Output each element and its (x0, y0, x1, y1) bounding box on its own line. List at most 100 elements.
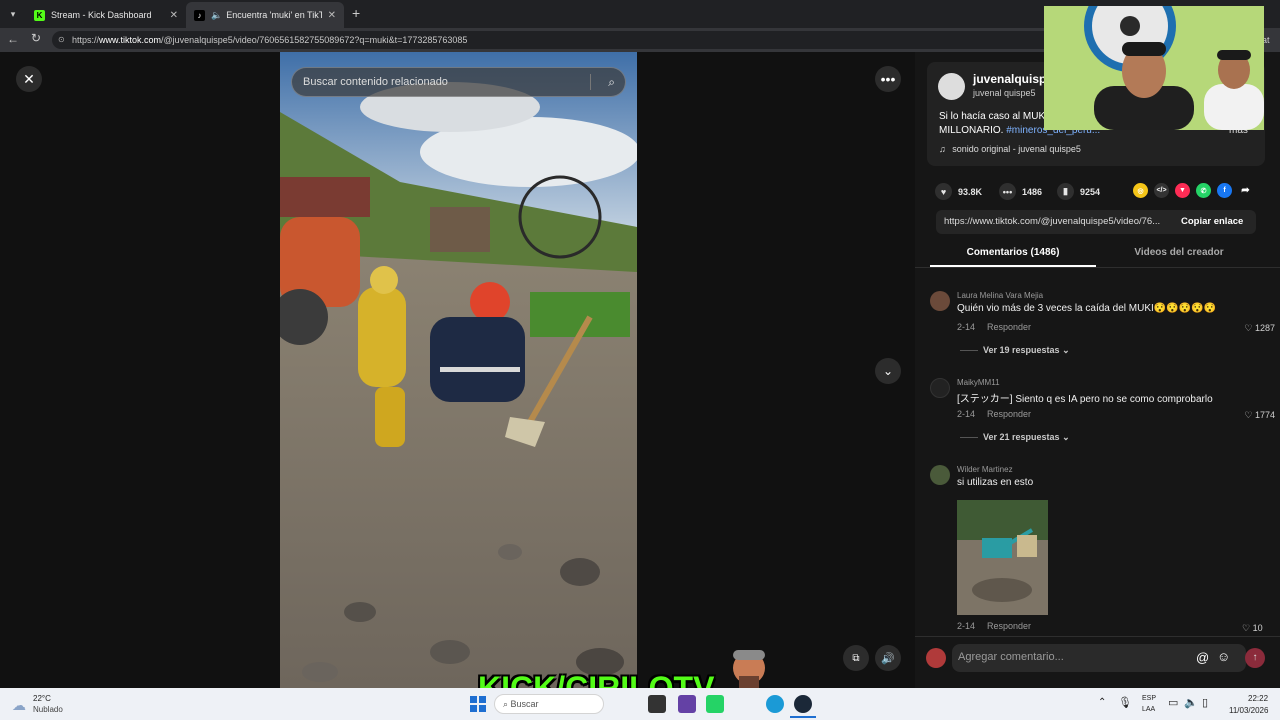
close-icon[interactable]: ✕ (16, 66, 42, 92)
my-avatar[interactable] (926, 648, 946, 668)
windows-logo (470, 696, 486, 712)
creator-avatar[interactable] (938, 73, 965, 100)
microphone-icon[interactable]: 🎙 (1118, 696, 1132, 709)
kick-icon: K (34, 9, 45, 21)
close-tab-icon[interactable]: ✕ (170, 10, 178, 21)
terminal-icon[interactable] (648, 695, 666, 713)
comment-item: MaikyMM11 [ステッカー] Siento q es IA pero no… (930, 378, 1275, 448)
active-app-indicator (790, 716, 816, 718)
share-icon[interactable]: ➦ (1238, 183, 1253, 198)
tiktok-icon: ♪ (194, 9, 205, 21)
mention-icon[interactable]: @ (1196, 650, 1209, 665)
search-divider (590, 74, 591, 90)
avatar[interactable] (930, 465, 950, 485)
comment-item: Laura Melina Vara Mejia Quién vio más de… (930, 291, 1275, 361)
battery-icon[interactable]: ▯ (1202, 696, 1208, 709)
tiktok-page: Buscar contenido relacionado ⌕ ✕ ••• ⌄ ⧉… (0, 6, 1280, 706)
language-top[interactable]: ESP (1142, 695, 1156, 702)
creator-handle[interactable]: juvenalquispe (973, 72, 1053, 86)
caption-line1: Si lo hacía caso al MUKI (939, 111, 1048, 122)
more-icon[interactable]: ••• (875, 66, 901, 92)
creator-name: juvenal quispe5 (973, 88, 1036, 98)
bookmark-icon: ▮ (1057, 183, 1074, 200)
coin-icon[interactable]: ◎ (1133, 183, 1148, 198)
view-replies-button[interactable]: Ver 21 respuestas ⌄ (960, 432, 1070, 443)
site-info-icon[interactable]: ⊙ (58, 31, 65, 49)
music-note-icon: ♫ (939, 144, 946, 154)
view-replies-button[interactable]: Ver 19 respuestas ⌄ (960, 345, 1070, 356)
reply-button[interactable]: Responder (987, 409, 1031, 419)
speaker-icon[interactable]: 🔈 (211, 10, 222, 21)
tab-divider (915, 267, 1280, 268)
comment-user[interactable]: MaikyMM11 (957, 378, 1000, 387)
search-icon: ⌕ (503, 699, 511, 709)
comment-meta: 2-14 Responder (957, 322, 1032, 332)
comment-user[interactable]: Laura Melina Vara Mejia (957, 291, 1043, 300)
tab-search-button[interactable]: ▾ (6, 7, 20, 21)
facebook-icon[interactable]: f (1217, 183, 1232, 198)
post-comment-button[interactable]: ↑ (1245, 648, 1265, 668)
weather-icon[interactable]: ☁ (12, 697, 26, 714)
webcam-frame (1044, 6, 1264, 130)
clock-date: 11/03/2026 (1229, 706, 1269, 715)
video-frame (280, 52, 637, 688)
send-icon[interactable]: ▼ (1175, 183, 1190, 198)
weather-desc: Nublado (33, 705, 63, 714)
related-search-input[interactable]: Buscar contenido relacionado ⌕ (291, 67, 626, 97)
comment-user[interactable]: Wilder Martinez (957, 465, 1013, 474)
close-tab-icon[interactable]: ✕ (328, 10, 336, 21)
save-button[interactable]: ▮ 9254 (1057, 183, 1100, 200)
new-tab-button[interactable]: + (352, 5, 360, 21)
comment-input[interactable]: Agregar comentario... @ ☺ (952, 644, 1246, 672)
search-icon[interactable]: ⌕ (608, 68, 615, 96)
comment-item: Wilder Martinez si utilizas en esto 2-14… (930, 465, 1275, 635)
avatar[interactable] (930, 378, 950, 398)
weather-temp[interactable]: 22°C (33, 694, 51, 703)
comment-text: Quién vio más de 3 veces la caída del MU… (957, 303, 1217, 314)
edge-icon[interactable] (766, 695, 784, 713)
language-bottom: LAA (1142, 706, 1156, 713)
video-area: Buscar contenido relacionado ⌕ ✕ ••• ⌄ ⧉… (0, 52, 915, 688)
details-panel: juvenalquispe juvenal quispe5 Si lo hací… (915, 52, 1280, 688)
reply-button[interactable]: Responder (987, 322, 1031, 332)
taskbar-search[interactable]: ⌕ Buscar (494, 694, 604, 714)
emoji-icon[interactable]: ☺ (1217, 649, 1230, 664)
comment-text: si utilizas en esto (957, 477, 1034, 488)
like-button[interactable]: ♥ 93.8K (935, 183, 982, 200)
tray-overflow-icon[interactable]: ⌃ (1098, 697, 1106, 708)
chevron-down-icon[interactable]: ⌄ (875, 358, 901, 384)
tab-creator-videos[interactable]: Videos del creador (1096, 247, 1262, 258)
comment-button[interactable]: ••• 1486 (999, 183, 1042, 200)
reload-icon[interactable]: ↻ (31, 31, 41, 45)
twitch-icon[interactable] (678, 695, 696, 713)
back-icon[interactable]: ← (7, 32, 19, 46)
whatsapp-icon[interactable]: ✆ (1196, 183, 1211, 198)
comment-image[interactable] (957, 500, 1048, 615)
windows-taskbar: ☁ 22°C Nublado ⌕ Buscar ⌃ 🎙 ESP LAA ▭ 🔈 … (0, 688, 1280, 720)
copy-link-button[interactable]: Copiar enlace (1181, 216, 1243, 227)
clock-time[interactable]: 22:22 (1248, 694, 1268, 703)
avatar[interactable] (930, 291, 950, 311)
comment-like-button[interactable]: ♡ 1287 (1244, 323, 1275, 334)
sound-row[interactable]: ♫ sonido original - juvenal quispe5 (939, 144, 1081, 154)
browser-tab-tiktok[interactable]: ♪ 🔈 Encuentra 'muki' en TikTok | B ✕ (186, 2, 344, 28)
network-icon[interactable]: ▭ (1168, 696, 1178, 709)
comment-text: [ステッカー] Siento q es IA pero no se como c… (957, 394, 1213, 405)
pip-icon[interactable]: ⧉ (843, 645, 869, 671)
browser-tab-kick[interactable]: K Stream - Kick Dashboard ✕ (26, 2, 186, 28)
volume-tray-icon[interactable]: 🔈 (1184, 696, 1198, 709)
reply-button[interactable]: Responder (987, 621, 1031, 631)
whatsapp-app-icon[interactable] (706, 695, 724, 713)
url-input[interactable]: ⊙ https://www.tiktok.com/@juvenalquispe5… (52, 31, 1052, 49)
tab-comments[interactable]: Comentarios (1486) (930, 247, 1096, 258)
video-player[interactable] (280, 52, 637, 688)
comment-like-button[interactable]: ♡ 10 (1242, 623, 1280, 634)
excavator-image (957, 500, 1048, 615)
comment-like-button[interactable]: ♡ 1774 (1244, 410, 1275, 421)
embed-icon[interactable]: </> (1154, 183, 1169, 198)
streamer-mascot (727, 646, 771, 688)
volume-icon[interactable]: 🔊 (875, 645, 901, 671)
start-icon[interactable] (470, 696, 486, 712)
copy-link-row: https://www.tiktok.com/@juvenalquispe5/v… (936, 210, 1256, 234)
steam-icon[interactable] (794, 695, 812, 713)
